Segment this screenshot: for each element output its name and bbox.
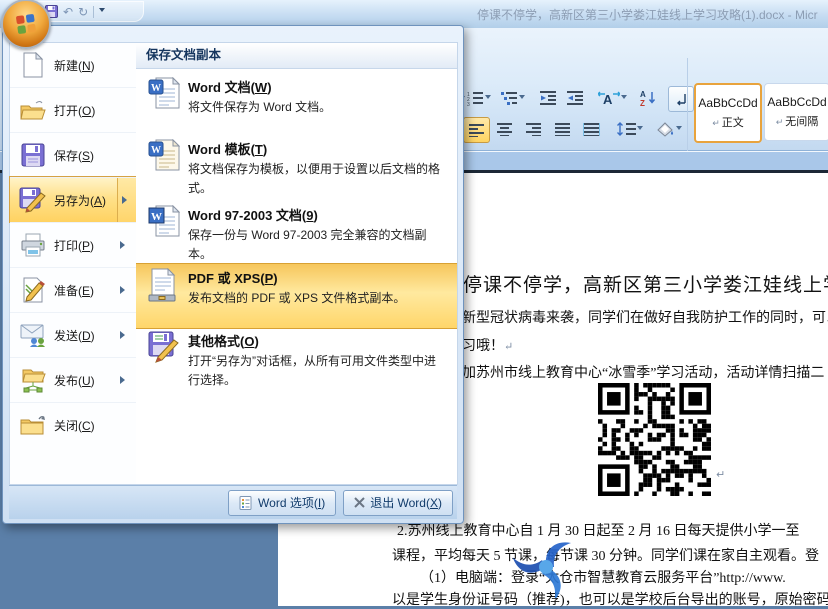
- menu-item-save-as[interactable]: 另存为(A): [10, 177, 136, 222]
- submenu-item-word-97-2003[interactable]: W Word 97-2003 文档(9) 保存一份与 Word 97-2003 …: [136, 201, 457, 267]
- menu-item-send[interactable]: 发送(D): [10, 312, 136, 357]
- other-formats-icon: [148, 331, 180, 368]
- exit-word-button[interactable]: 退出 Word(X): [343, 490, 453, 516]
- line-spacing-button[interactable]: [612, 117, 646, 141]
- character-scaling-button[interactable]: A: [594, 86, 630, 110]
- office-menu-footer: Word 选项(I) 退出 Word(X): [9, 485, 457, 519]
- multilevel-list-button[interactable]: [500, 86, 526, 110]
- menu-item-save[interactable]: 保存(S): [10, 132, 136, 177]
- doc-line: 加苏州市线上教育中心“冰雪季”学习活动，活动详情扫描二: [462, 362, 824, 382]
- word-options-button[interactable]: Word 选项(I): [228, 490, 336, 516]
- decrease-indent-button[interactable]: [536, 86, 560, 110]
- distribute-button[interactable]: [579, 117, 604, 141]
- submenu-arrow-icon: [120, 241, 129, 249]
- distribute-icon: [583, 123, 600, 136]
- line-spacing-icon: [616, 122, 636, 136]
- quick-access-toolbar: ↶ ↻: [38, 1, 144, 22]
- publish-icon: [18, 367, 48, 393]
- doc-line: （1）电脑端：登录“太仓市智慧教育云服务平台”http://www.: [420, 567, 786, 587]
- numbering-icon: 1 2 3: [467, 91, 484, 106]
- new-document-icon: [18, 52, 48, 78]
- redo-icon[interactable]: ↻: [78, 6, 88, 18]
- word-97-2003-icon: W: [148, 205, 180, 244]
- doc-line: 课程，平均每天 5 节课，每节课 30 分钟。同学们课在家自主观看。登: [392, 545, 819, 565]
- doc-line: 以是学生身份证号码（推荐)，也可以是学校后台导出的账号，原始密码: [392, 589, 828, 609]
- align-left-icon: [469, 124, 484, 137]
- svg-text:A: A: [640, 90, 646, 99]
- close-x-icon: [354, 497, 365, 508]
- justify-button[interactable]: [550, 117, 575, 141]
- word-template-icon: W: [148, 139, 180, 178]
- svg-text:W: W: [151, 83, 161, 94]
- menu-item-close[interactable]: 关闭(C): [10, 402, 136, 447]
- print-icon: [18, 233, 48, 257]
- justify-icon: [555, 123, 570, 136]
- sort-button[interactable]: A Z: [636, 86, 660, 110]
- window-title: 停课不停学，高新区第三小学娄江娃线上学习攻略(1).docx - Micr: [477, 6, 818, 23]
- submenu-arrow-icon: [120, 286, 129, 294]
- doc-title-line: 停课不停学，高新区第三小学娄江娃线上学: [463, 270, 828, 297]
- customize-qat-icon[interactable]: [99, 8, 105, 15]
- doc-line: 新型冠状病毒来袭，同学们在做好自我防护工作的同时，可以: [462, 307, 828, 327]
- office-menu: 新建(N) 打开(O) 保存(S) 另存为(A) 打: [2, 25, 464, 524]
- undo-icon[interactable]: ↶: [63, 6, 73, 18]
- open-folder-icon: [18, 99, 48, 121]
- menu-item-prepare[interactable]: 准备(E): [10, 267, 136, 312]
- paint-bucket-icon: [657, 122, 675, 137]
- sort-icon: A Z: [640, 90, 656, 106]
- submenu-arrow-icon: [120, 331, 129, 339]
- menu-item-new[interactable]: 新建(N): [10, 43, 136, 87]
- pilcrow-icon: ↵: [776, 117, 784, 127]
- submenu-item-word-document[interactable]: W Word 文档(W) 将文件保存为 Word 文档。: [136, 73, 457, 121]
- align-right-icon: [526, 123, 541, 136]
- numbering-button[interactable]: 1 2 3: [466, 86, 492, 110]
- menu-item-publish[interactable]: 发布(U): [10, 357, 136, 402]
- multilevel-list-icon: [501, 91, 518, 106]
- submenu-header: 保存文档副本: [136, 43, 457, 69]
- pilcrow-icon: ↵: [712, 118, 720, 128]
- submenu-item-word-template[interactable]: W Word 模板(T) 将文档保存为模板，以便用于设置以后文档的格式。: [136, 135, 457, 201]
- qr-code[interactable]: [598, 383, 711, 496]
- save-as-submenu: 保存文档副本 W Word 文档(W) 将文件保存为 Word 文档。 W Wo…: [136, 42, 458, 485]
- return-mark-icon: ↵: [504, 341, 513, 353]
- save-icon: [18, 143, 48, 167]
- decrease-indent-icon: [540, 91, 556, 105]
- increase-indent-button[interactable]: [563, 86, 587, 110]
- submenu-arrow-icon: [122, 196, 131, 204]
- submenu-item-pdf-xps[interactable]: PDF 或 XPS(P) 发布文档的 PDF 或 XPS 文件格式副本。: [136, 263, 457, 329]
- office-logo-icon: [16, 14, 36, 34]
- word-document-icon: W: [148, 77, 180, 116]
- increase-indent-icon: [567, 91, 583, 105]
- paragraph-mark-icon: [675, 93, 687, 106]
- menu-item-open[interactable]: 打开(O): [10, 87, 136, 132]
- submenu-arrow-icon: [120, 376, 129, 384]
- close-folder-icon: [18, 414, 48, 436]
- save-as-icon: [18, 187, 48, 213]
- submenu-item-other-formats[interactable]: 其他格式(O) 打开“另存为”对话框，从所有可用文件类型中进行选择。: [136, 327, 457, 393]
- menu-item-print[interactable]: 打印(P): [10, 222, 136, 267]
- svg-text:Z: Z: [640, 99, 645, 106]
- prepare-icon: [18, 277, 48, 303]
- style-card-normal[interactable]: AaBbCcDd ↵正文: [694, 83, 762, 143]
- show-marks-button[interactable]: [668, 86, 694, 112]
- svg-text:W: W: [151, 145, 161, 156]
- align-left-button[interactable]: [463, 117, 490, 143]
- align-right-button[interactable]: [521, 117, 546, 141]
- word-options-icon: [239, 496, 253, 510]
- align-center-icon: [497, 123, 512, 136]
- qat-separator: [93, 6, 94, 18]
- align-center-button[interactable]: [492, 117, 517, 141]
- watermark-swirl-logo: [505, 536, 587, 598]
- svg-text:3: 3: [467, 102, 470, 106]
- office-button[interactable]: [1, 0, 51, 49]
- style-card-no-spacing[interactable]: AaBbCcDd ↵无间隔: [764, 83, 828, 141]
- shading-button[interactable]: [652, 117, 686, 141]
- pdf-xps-icon: [148, 268, 178, 307]
- character-scaling-icon: A: [598, 90, 620, 106]
- svg-text:W: W: [151, 211, 162, 223]
- send-icon: [18, 323, 48, 347]
- return-mark-icon: ↵: [716, 468, 725, 481]
- office-menu-left-column: 新建(N) 打开(O) 保存(S) 另存为(A) 打: [9, 42, 137, 485]
- doc-line: 习哦！↵: [462, 335, 513, 355]
